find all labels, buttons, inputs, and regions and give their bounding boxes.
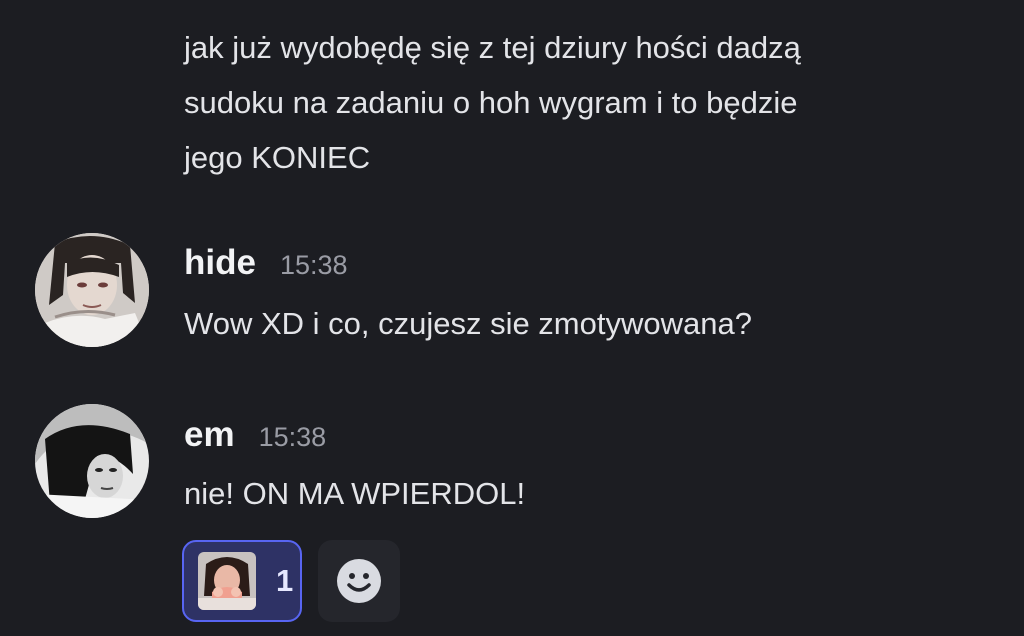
- avatar-em-image: [35, 404, 149, 518]
- message-text-hide: Wow XD i co, czujesz sie zmotywowana?: [184, 306, 752, 341]
- smiley-icon: [337, 559, 381, 603]
- reaction-button[interactable]: 1: [182, 540, 302, 622]
- username-em[interactable]: em: [184, 415, 235, 455]
- custom-face-emoji-icon: [198, 552, 256, 610]
- avatar-em[interactable]: [35, 404, 149, 518]
- avatar-hide-image: [35, 233, 149, 347]
- avatar-hide[interactable]: [35, 233, 149, 347]
- timestamp-hide: 15:38: [279, 250, 348, 280]
- message-text-em: nie! ON MA WPIERDOL!: [184, 476, 526, 511]
- username-hide[interactable]: hide: [184, 243, 256, 283]
- reaction-count: 1: [276, 563, 294, 598]
- timestamp-em: 15:38: [258, 422, 327, 452]
- message-text-continued: jak już wydobędę się z tej dziury hości …: [184, 30, 801, 175]
- add-reaction-button[interactable]: [318, 540, 400, 622]
- reactions-bar: 1: [182, 540, 400, 622]
- chat-view: jak już wydobędę się z tej dziury hości …: [0, 0, 1024, 636]
